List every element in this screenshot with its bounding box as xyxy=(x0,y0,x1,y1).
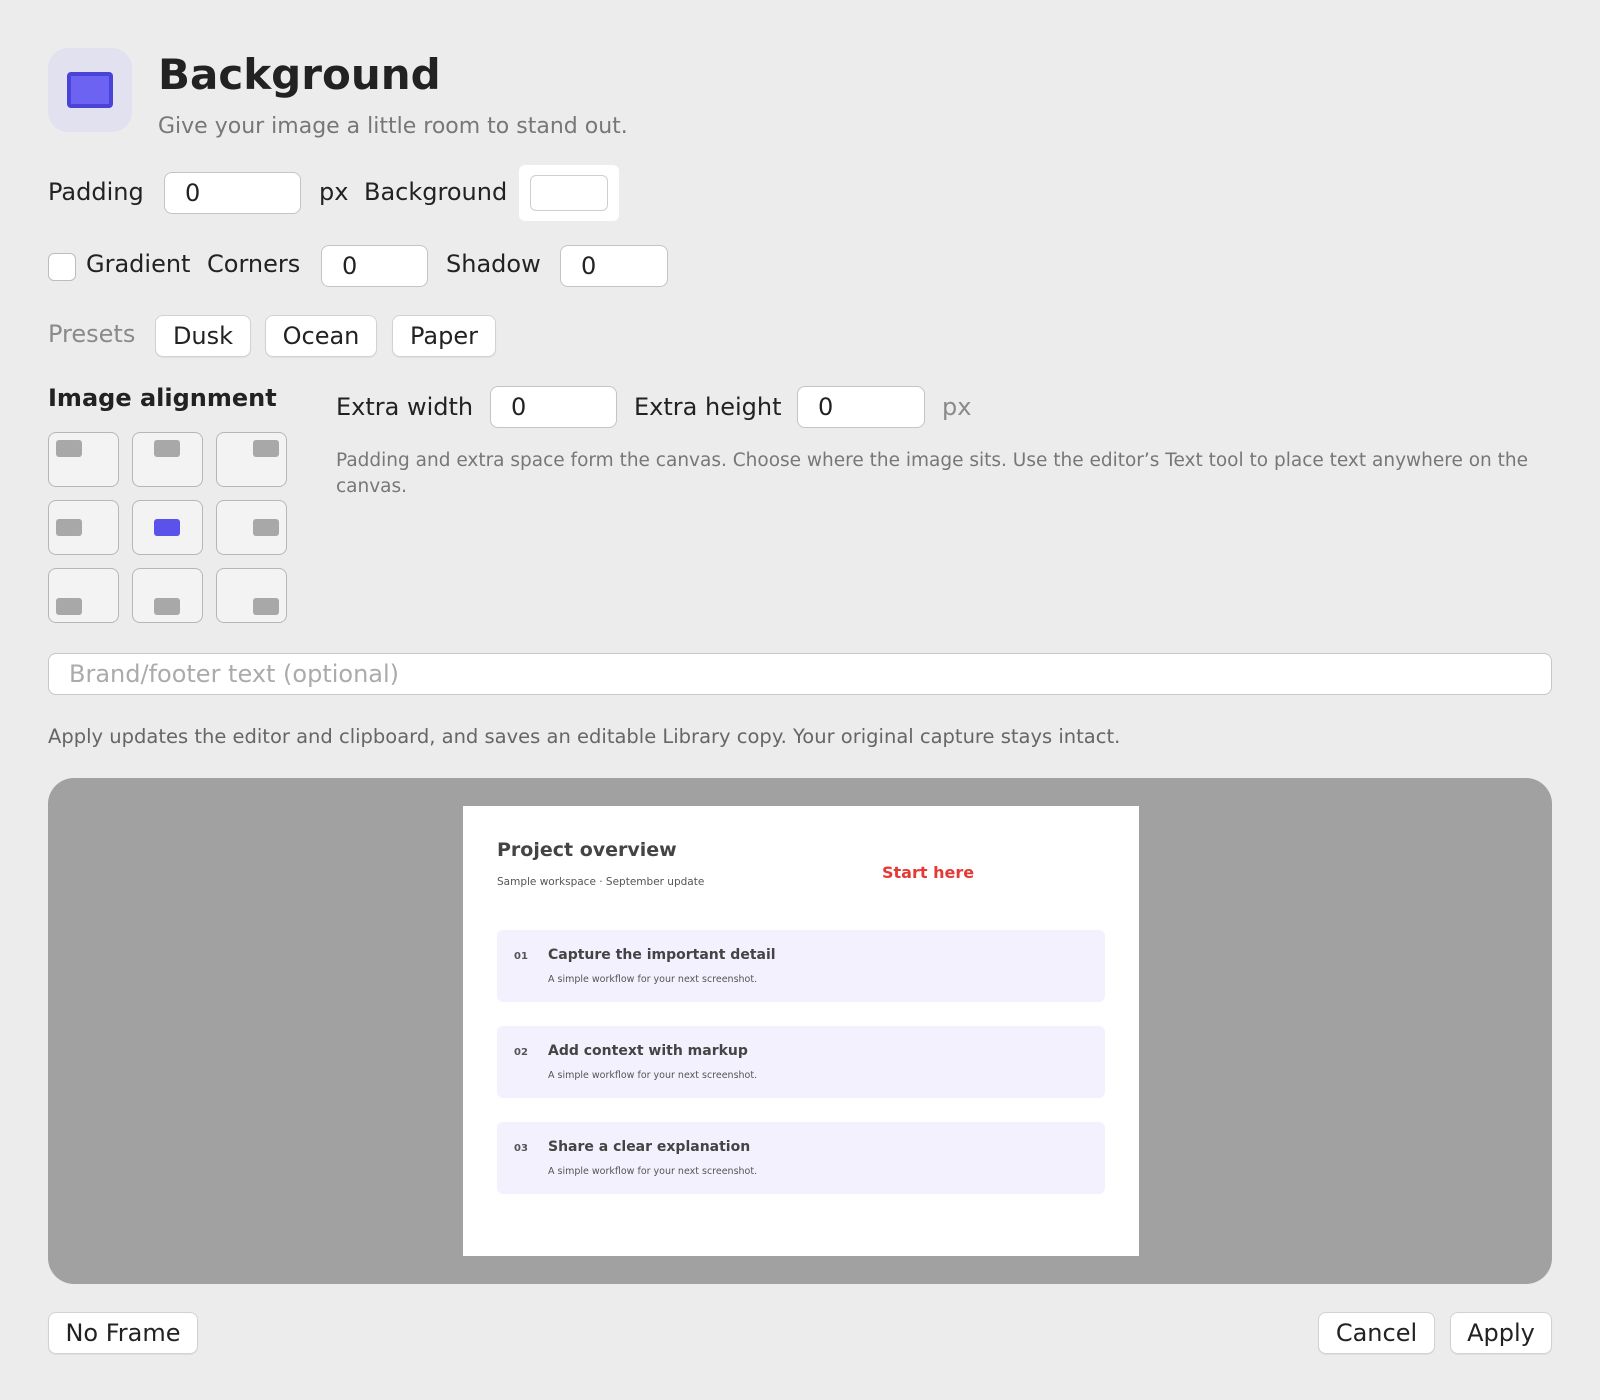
preview-canvas: Project overview Sample workspace · Sept… xyxy=(463,806,1139,1256)
align-top-left[interactable] xyxy=(48,432,119,487)
apply-button[interactable]: Apply xyxy=(1450,1312,1552,1354)
step-title: Capture the important detail xyxy=(548,947,776,963)
extra-unit: px xyxy=(942,393,972,421)
shadow-input[interactable] xyxy=(560,245,668,287)
step-title: Add context with markup xyxy=(548,1043,748,1059)
step-description: A simple workflow for your next screensh… xyxy=(548,1166,758,1177)
preview-title: Project overview xyxy=(497,839,677,861)
preset-dusk-button[interactable]: Dusk xyxy=(155,315,251,357)
preview-step: 03 Share a clear explanation A simple wo… xyxy=(497,1122,1105,1194)
display-screen-shape xyxy=(67,72,113,108)
preview-subtitle: Sample workspace · September update xyxy=(497,876,705,888)
corners-label: Corners xyxy=(207,250,301,278)
shadow-label: Shadow xyxy=(446,250,541,278)
step-number: 03 xyxy=(514,1143,528,1154)
preview-annotation: Start here xyxy=(882,863,975,882)
extra-width-label: Extra width xyxy=(336,393,474,421)
step-number: 01 xyxy=(514,951,528,962)
extra-width-input[interactable] xyxy=(490,386,617,428)
step-number: 02 xyxy=(514,1047,528,1058)
align-center[interactable] xyxy=(132,500,203,555)
background-label: Background xyxy=(364,178,508,206)
preview-step: 02 Add context with markup A simple work… xyxy=(497,1026,1105,1098)
canvas-help-text: Padding and extra space form the canvas.… xyxy=(336,450,1529,497)
image-alignment-heading: Image alignment xyxy=(48,384,277,412)
align-top-right[interactable] xyxy=(216,432,287,487)
padding-unit: px xyxy=(319,178,349,206)
gradient-label: Gradient xyxy=(86,250,191,278)
align-bottom-right[interactable] xyxy=(216,568,287,623)
brand-footer-input[interactable] xyxy=(48,653,1552,695)
background-dialog: Background Give your image a little room… xyxy=(0,0,1600,1400)
align-right[interactable] xyxy=(216,500,287,555)
padding-input[interactable] xyxy=(164,172,301,214)
step-description: A simple workflow for your next screensh… xyxy=(548,1070,758,1081)
display-icon xyxy=(48,48,132,132)
preset-ocean-button[interactable]: Ocean xyxy=(265,315,377,357)
preset-paper-button[interactable]: Paper xyxy=(392,315,496,357)
padding-label: Padding xyxy=(48,178,144,206)
corners-input[interactable] xyxy=(321,245,428,287)
gradient-checkbox[interactable] xyxy=(48,253,76,281)
align-left[interactable] xyxy=(48,500,119,555)
step-title: Share a clear explanation xyxy=(548,1139,751,1155)
cancel-button[interactable]: Cancel xyxy=(1318,1312,1435,1354)
preview-step: 01 Capture the important detail A simple… xyxy=(497,930,1105,1002)
step-description: A simple workflow for your next screensh… xyxy=(548,974,758,985)
align-bottom-left[interactable] xyxy=(48,568,119,623)
background-color-well[interactable] xyxy=(519,165,619,221)
presets-label: Presets xyxy=(48,320,136,348)
dialog-subtitle: Give your image a little room to stand o… xyxy=(158,114,628,139)
extra-height-input[interactable] xyxy=(797,386,925,428)
dialog-title: Background xyxy=(158,50,441,99)
apply-note: Apply updates the editor and clipboard, … xyxy=(48,725,1121,748)
align-bottom[interactable] xyxy=(132,568,203,623)
no-frame-button[interactable]: No Frame xyxy=(48,1312,198,1354)
background-color-swatch xyxy=(530,175,608,211)
align-top[interactable] xyxy=(132,432,203,487)
extra-height-label: Extra height xyxy=(634,393,782,421)
